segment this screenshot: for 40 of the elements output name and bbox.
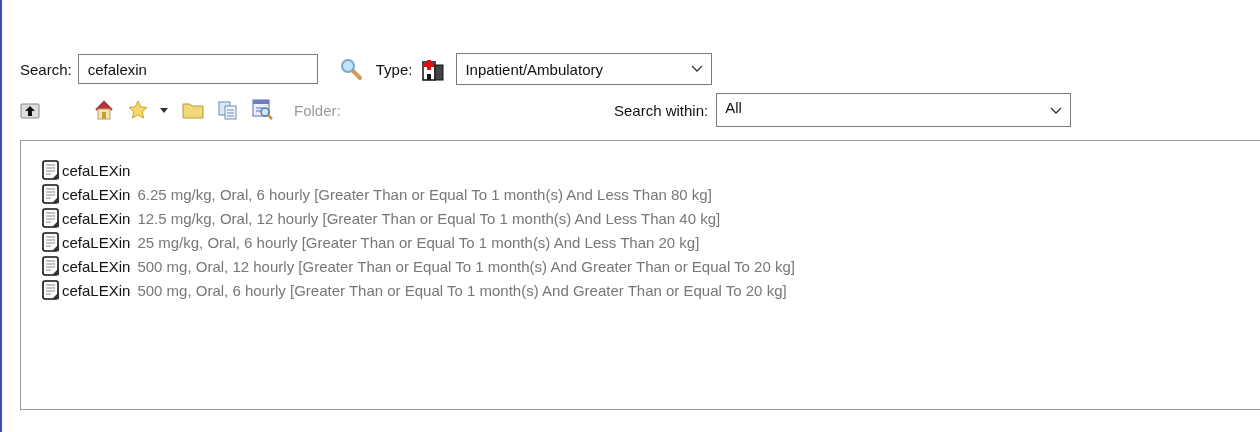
dose-detail: 12.5 mg/kg, Oral, 12 hourly [Greater Than or Equal To 1 month(s) And Less Than 40 kg] bbox=[137, 209, 721, 227]
dose-detail: 25 mg/kg, Oral, 6 hourly [Greater Than or Equal To 1 month(s) And Less Than 20 kg] bbox=[137, 233, 700, 251]
chevron-down-icon bbox=[691, 65, 704, 73]
drug-name: cefaLEXin bbox=[62, 185, 131, 203]
drug-name: cefaLEXin bbox=[62, 281, 131, 299]
search-within-label: Search within: bbox=[614, 101, 709, 119]
dose-detail: 500 mg, Oral, 6 hourly [Greater Than or Equal To 1 month(s) And Greater Than or Equal To 20 kg] bbox=[137, 281, 787, 299]
type-label: Type: bbox=[375, 60, 413, 78]
document-icon bbox=[42, 160, 60, 180]
copy-icon[interactable] bbox=[218, 100, 238, 120]
dose-detail: 6.25 mg/kg, Oral, 6 hourly [Greater Than or Equal To 1 month(s) And Less Than 80 kg] bbox=[137, 185, 712, 203]
home-icon[interactable] bbox=[94, 100, 114, 120]
star-icon[interactable] bbox=[128, 100, 148, 120]
chevron-down-icon bbox=[1050, 107, 1063, 115]
document-icon bbox=[42, 184, 60, 204]
result-item[interactable]: cefaLEXin 12.5 mg/kg, Oral, 12 hourly [Greater Than or Equal To 1 month(s) And Less Than 40 kg] bbox=[42, 206, 1260, 230]
folder-label: Folder: bbox=[294, 101, 342, 119]
drug-name: cefaLEXin bbox=[62, 233, 131, 251]
document-icon bbox=[42, 256, 60, 276]
result-item[interactable]: cefaLEXin 500 mg, Oral, 12 hourly [Greater Than or Equal To 1 month(s) And Greater Than or Equal To 20 kg] bbox=[42, 254, 1260, 278]
result-item[interactable]: cefaLEXin 6.25 mg/kg, Oral, 6 hourly [Greater Than or Equal To 1 month(s) And Less Than 80 kg] bbox=[42, 182, 1260, 206]
type-dropdown[interactable]: Inpatient/Ambulatory bbox=[456, 53, 713, 85]
result-item[interactable]: cefaLEXin bbox=[42, 158, 1260, 182]
hospital-icon bbox=[422, 57, 445, 81]
drug-name: cefaLEXin bbox=[62, 161, 131, 179]
folder-up-icon[interactable] bbox=[20, 101, 40, 119]
drug-name: cefaLEXin bbox=[62, 257, 131, 275]
search-icon[interactable] bbox=[339, 58, 362, 80]
document-icon bbox=[42, 280, 60, 300]
document-icon bbox=[42, 208, 60, 228]
search-within-dropdown[interactable]: All bbox=[716, 93, 1072, 127]
dose-detail: 500 mg, Oral, 12 hourly [Greater Than or Equal To 1 month(s) And Greater Than or Equal To 20 kg] bbox=[137, 257, 795, 275]
result-item[interactable]: cefaLEXin 25 mg/kg, Oral, 6 hourly [Greater Than or Equal To 1 month(s) And Less Than 20 kg] bbox=[42, 230, 1260, 254]
search-field[interactable]: cefalexin bbox=[77, 54, 318, 84]
find-in-list-icon[interactable] bbox=[252, 99, 274, 121]
search-label: Search: bbox=[20, 60, 72, 78]
drug-name: cefaLEXin bbox=[62, 209, 131, 227]
document-icon bbox=[42, 232, 60, 252]
caret-icon[interactable] bbox=[160, 107, 168, 113]
result-item[interactable]: cefaLEXin 500 mg, Oral, 6 hourly [Greater Than or Equal To 1 month(s) And Greater Than or Equal To 20 kg] bbox=[42, 278, 1260, 302]
